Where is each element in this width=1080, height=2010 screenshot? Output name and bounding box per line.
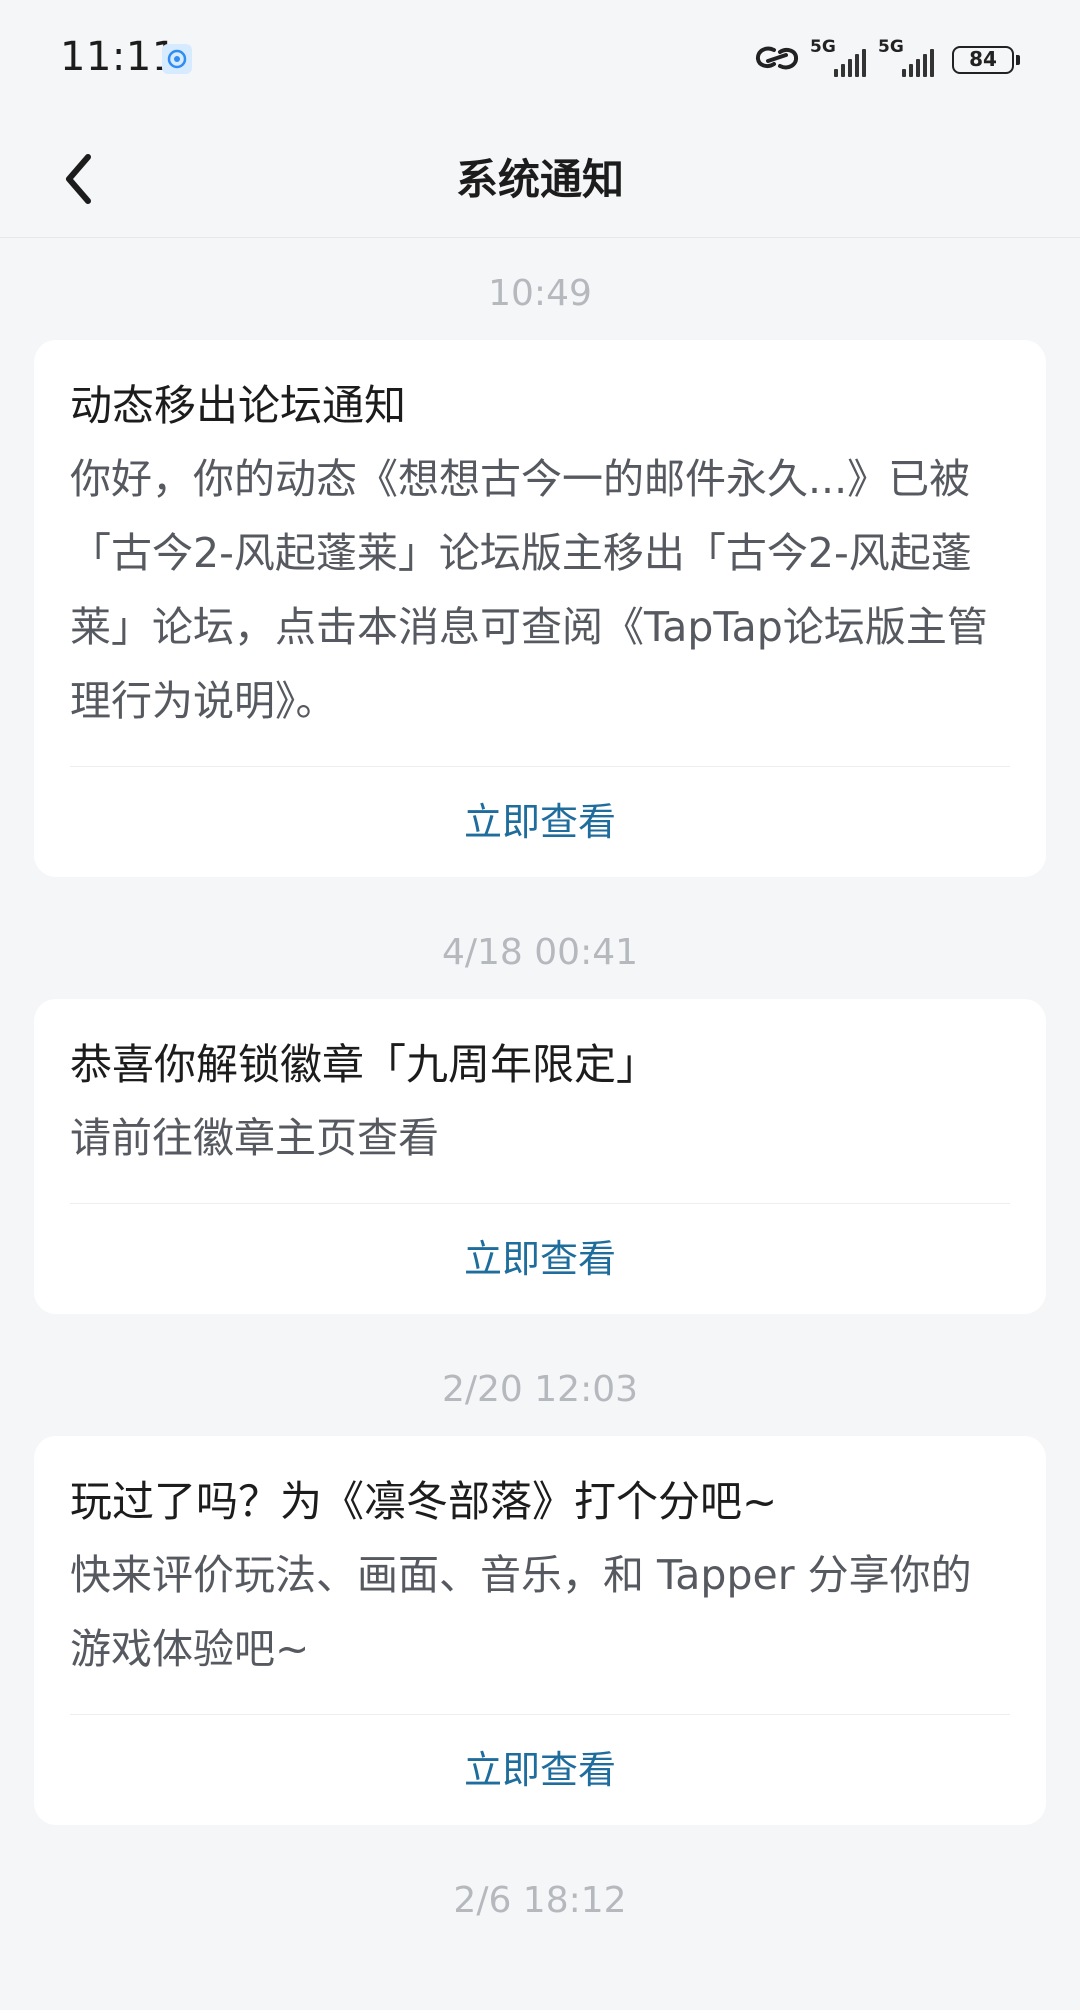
network-type-1: 5G — [810, 37, 836, 57]
signal-1-icon: 5G — [810, 39, 868, 81]
battery-icon: 84 — [952, 46, 1020, 74]
network-type-2: 5G — [878, 37, 904, 57]
notification-card[interactable]: 动态移出论坛通知 你好，你的动态《想想古今一的邮件永久...》已被「古今2-风起… — [34, 340, 1046, 877]
notification-body: 快来评价玩法、画面、音乐，和 Tapper 分享你的游戏体验吧~ — [70, 1538, 1010, 1715]
notification-list: 10:49 动态移出论坛通知 你好，你的动态《想想古今一的邮件永久...》已被「… — [0, 238, 1080, 1933]
status-time: 11:11 — [60, 34, 178, 80]
view-now-button[interactable]: 立即查看 — [70, 767, 1010, 877]
page-title: 系统通知 — [455, 155, 624, 204]
notification-title: 玩过了吗？为《凛冬部落》打个分吧~ — [70, 1477, 778, 1526]
notification-body: 请前往徽章主页查看 — [70, 1101, 1010, 1204]
view-now-button[interactable]: 立即查看 — [70, 1715, 1010, 1825]
notification-card[interactable]: 玩过了吗？为《凛冬部落》打个分吧~ 快来评价玩法、画面、音乐，和 Tapper … — [34, 1436, 1046, 1825]
status-indicators: 5G 5G 84 — [754, 36, 1020, 84]
timestamp: 4/18 00:41 — [441, 932, 639, 973]
notification-title: 恭喜你解锁徽章「九周年限定」 — [70, 1040, 659, 1089]
timestamp: 2/20 12:03 — [441, 1369, 639, 1410]
status-bar: 11:11 5G 5G 84 — [0, 0, 1080, 120]
link-icon — [754, 41, 800, 79]
timestamp: 2/6 18:12 — [453, 1880, 627, 1921]
app-notification-icon — [162, 44, 192, 74]
battery-level: 84 — [969, 47, 997, 71]
view-now-button[interactable]: 立即查看 — [70, 1204, 1010, 1314]
signal-2-icon: 5G — [878, 39, 936, 81]
notification-title: 动态移出论坛通知 — [70, 381, 407, 430]
header: 系统通知 — [0, 120, 1080, 238]
notification-body: 你好，你的动态《想想古今一的邮件永久...》已被「古今2-风起蓬莱」论坛版主移出… — [70, 442, 1010, 767]
timestamp: 10:49 — [488, 273, 592, 314]
notification-card[interactable]: 恭喜你解锁徽章「九周年限定」 请前往徽章主页查看 立即查看 — [34, 999, 1046, 1314]
